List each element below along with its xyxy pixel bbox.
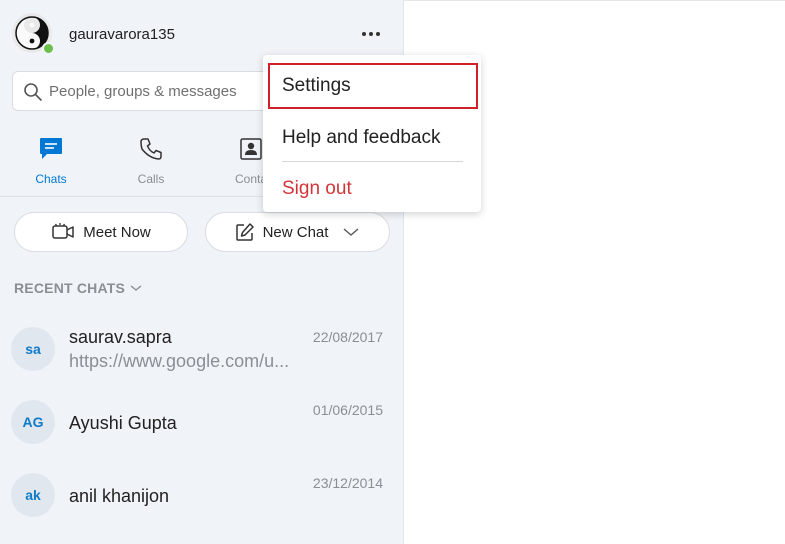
recent-chats-heading: RECENT CHATS	[14, 280, 126, 296]
search-icon	[24, 83, 42, 101]
more-options-menu: Settings Help and feedback Sign out	[263, 55, 481, 212]
chat-list-item[interactable]: ak anil khanijon 23/12/2014	[0, 460, 403, 530]
new-chat-label: New Chat	[262, 223, 329, 241]
username[interactable]: gauravarora135	[69, 26, 175, 43]
meet-now-label: Meet Now	[83, 223, 151, 241]
more-dots-icon	[362, 32, 366, 36]
tab-calls[interactable]: Calls	[115, 136, 187, 186]
chat-date: 22/08/2017	[312, 329, 383, 345]
menu-item-sign-out[interactable]: Sign out	[263, 166, 481, 212]
menu-divider	[282, 161, 463, 162]
skype-window: gauravarora135 Chats Call	[0, 0, 785, 544]
contact-name: anil khanijon	[69, 486, 170, 506]
contact-name: saurav.sapra	[69, 327, 172, 347]
contact-avatar: AG	[11, 400, 55, 444]
compose-icon	[235, 223, 254, 241]
online-status-indicator	[42, 42, 55, 55]
more-options-button[interactable]	[357, 24, 385, 44]
contacts-icon	[240, 138, 262, 160]
search-input[interactable]	[49, 72, 269, 110]
contact-avatar: ak	[11, 473, 55, 517]
chat-list-item[interactable]: sa saurav.sapra https://www.google.com/u…	[0, 314, 403, 384]
tab-calls-label: Calls	[137, 172, 165, 186]
meet-now-button[interactable]: Meet Now	[14, 212, 188, 252]
tab-chats[interactable]: Chats	[15, 136, 87, 186]
contact-name: Ayushi Gupta	[69, 413, 177, 433]
chat-date: 23/12/2014	[312, 475, 383, 491]
message-preview: https://www.google.com/u...	[69, 351, 290, 371]
video-camera-icon	[52, 223, 74, 239]
menu-item-help-feedback[interactable]: Help and feedback	[263, 115, 481, 161]
menu-item-settings[interactable]: Settings	[268, 63, 478, 109]
chevron-down-icon	[130, 285, 142, 291]
phone-icon	[140, 138, 162, 160]
chat-date: 01/06/2015	[312, 402, 383, 418]
chat-list-item[interactable]: AG Ayushi Gupta 01/06/2015	[0, 387, 403, 457]
profile-avatar[interactable]	[12, 13, 55, 55]
chevron-down-icon[interactable]	[342, 226, 360, 238]
new-chat-button[interactable]: New Chat	[205, 212, 390, 252]
chat-icon	[40, 138, 62, 159]
recent-chats-header[interactable]: RECENT CHATS	[14, 280, 143, 296]
contact-avatar: sa	[11, 327, 55, 371]
tab-chats-label: Chats	[35, 172, 67, 186]
